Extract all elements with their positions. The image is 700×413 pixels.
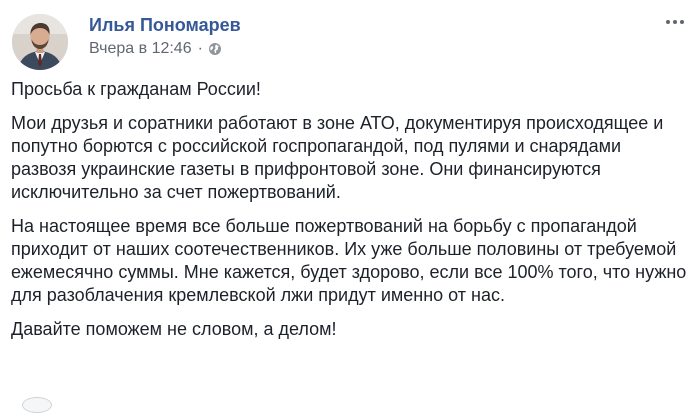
post-paragraph: На настоящее время все больше пожертвова… — [11, 216, 687, 305]
more-horizontal-icon-dot — [680, 20, 684, 24]
meta-separator: · — [197, 40, 203, 57]
facebook-post: Илья Пономарев Вчера в 12:46 · Просьба к… — [0, 0, 700, 413]
post-header: Илья Пономарев Вчера в 12:46 · — [10, 10, 690, 70]
post-timestamp[interactable]: Вчера в 12:46 — [89, 39, 192, 59]
post-text: Просьба к гражданам России! Мои друзья и… — [11, 78, 691, 352]
author-avatar[interactable] — [12, 14, 68, 70]
reaction-icon — [22, 397, 52, 413]
author-name-link[interactable]: Илья Пономарев — [89, 14, 241, 36]
post-meta: Вчера в 12:46 · — [89, 39, 222, 59]
post-paragraph: Просьба к гражданам России! — [11, 79, 261, 99]
post-options-button[interactable] — [662, 12, 688, 32]
avatar-photo — [12, 14, 68, 70]
post-paragraph: Давайте поможем не словом, а делом! — [11, 319, 337, 339]
globe-icon[interactable] — [208, 42, 222, 56]
more-horizontal-icon-dot — [673, 20, 677, 24]
post-paragraph: Мои друзья и соратники работают в зоне А… — [11, 113, 664, 202]
more-horizontal-icon — [666, 20, 670, 24]
